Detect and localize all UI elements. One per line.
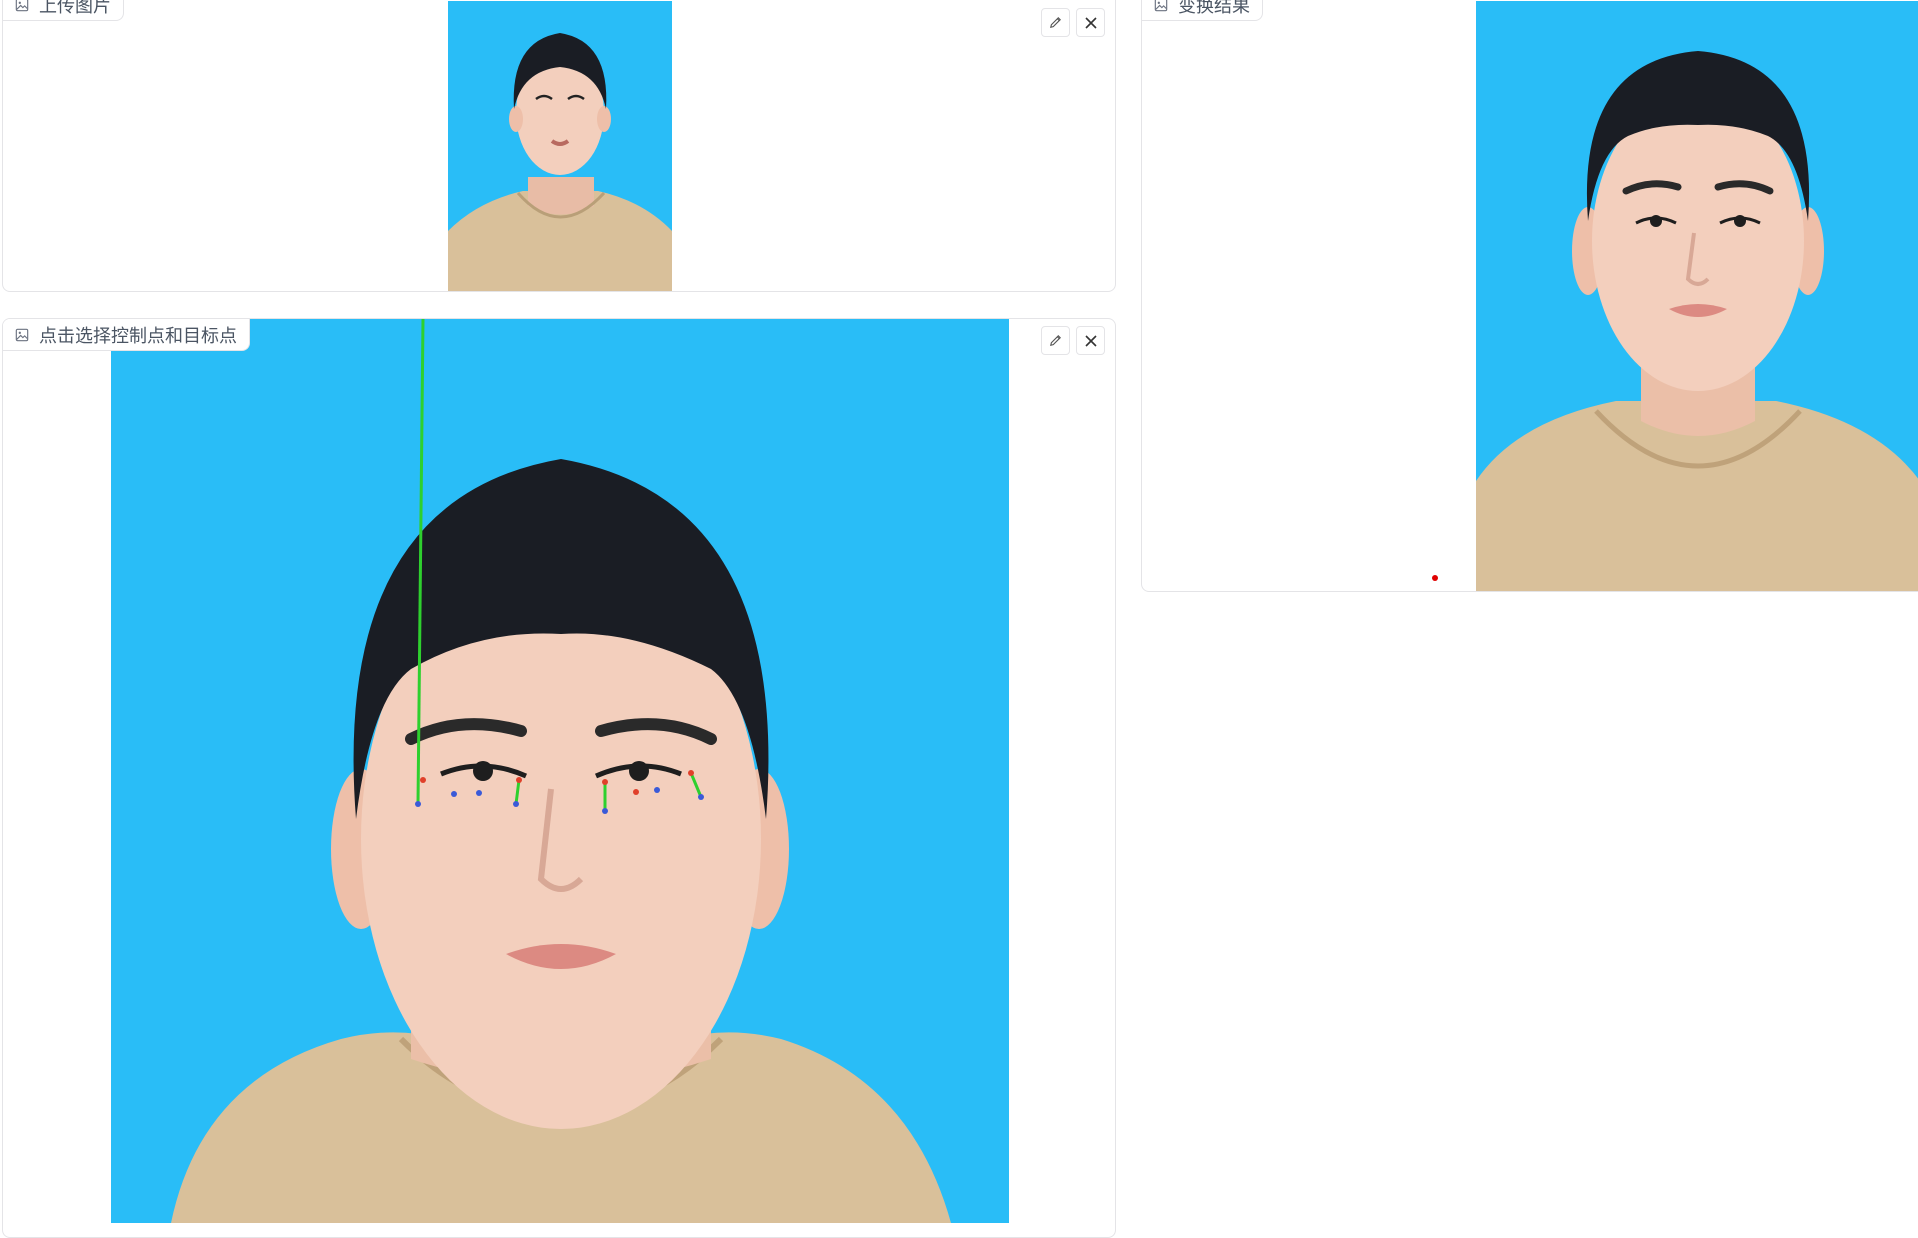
close-icon	[1084, 16, 1097, 29]
uploaded-photo	[448, 1, 672, 291]
result-photo	[1476, 1, 1918, 591]
select-panel-label: 点击选择控制点和目标点	[3, 319, 250, 351]
image-icon	[15, 0, 29, 11]
pencil-icon	[1050, 335, 1061, 346]
close-button[interactable]	[1076, 8, 1105, 37]
select-panel: 点击选择控制点和目标点	[2, 318, 1116, 1238]
result-panel-title: 变换结果	[1178, 0, 1250, 17]
pencil-icon	[1050, 17, 1061, 28]
upload-toolbar	[1041, 8, 1105, 37]
red-marker-dot	[1432, 575, 1438, 581]
result-panel: 变换结果	[1141, 0, 1918, 592]
image-icon	[1154, 0, 1168, 11]
control-point-canvas[interactable]	[111, 319, 1009, 1223]
image-icon	[15, 328, 29, 341]
edit-button[interactable]	[1041, 8, 1070, 37]
select-panel-title: 点击选择控制点和目标点	[39, 325, 237, 347]
close-button[interactable]	[1076, 326, 1105, 355]
upload-panel: 上传图片	[2, 0, 1116, 292]
result-panel-label: 变换结果	[1142, 0, 1263, 21]
select-toolbar	[1041, 326, 1105, 355]
edit-button[interactable]	[1041, 326, 1070, 355]
upload-panel-label: 上传图片	[3, 0, 124, 21]
upload-panel-title: 上传图片	[39, 0, 111, 17]
close-icon	[1084, 334, 1097, 347]
